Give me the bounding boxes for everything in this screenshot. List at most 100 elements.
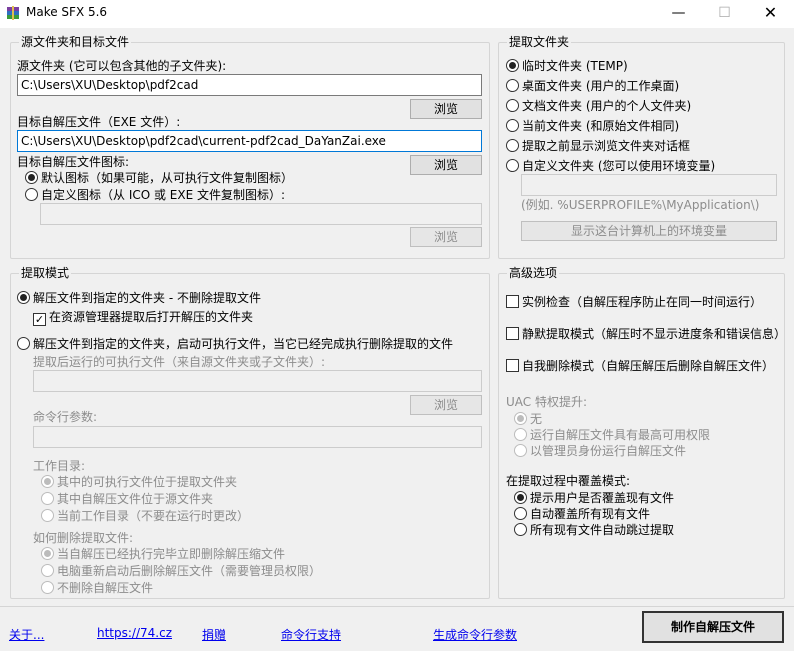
cmd-support-link[interactable]: 命令行支持	[281, 626, 341, 643]
radio-indicator	[506, 139, 519, 152]
extract-folder-label-3: 当前文件夹 (和原始文件相同)	[522, 119, 680, 133]
open-explorer-label: 在资源管理器提取后打开解压的文件夹	[49, 310, 254, 324]
extract-folder-radio-4[interactable]: 提取之前显示浏览文件夹对话框	[506, 139, 690, 154]
browse-target-button[interactable]: 浏览	[410, 155, 482, 175]
advanced-legend: 高级选项	[507, 266, 560, 280]
extract-folder-legend: 提取文件夹	[507, 35, 572, 49]
radio-indicator	[506, 79, 519, 92]
workdir-radio-0[interactable]: 其中的可执行文件位于提取文件夹	[41, 475, 237, 490]
radio-indicator	[17, 337, 30, 350]
uac-radio-2[interactable]: 以管理员身份运行自解压文件	[514, 444, 686, 459]
uac-label: UAC 特权提升:	[506, 395, 588, 409]
target-icon-label: 目标自解压文件图标:	[17, 155, 130, 169]
delete-radio-0[interactable]: 当自解压已经执行完毕立即删除解压缩文件	[41, 547, 285, 562]
extract-folder-radio-1[interactable]: 桌面文件夹 (用户的工作桌面)	[506, 79, 679, 94]
run-exe-label: 提取后运行的可执行文件（来自源文件夹或子文件夹）:	[33, 355, 326, 369]
browse-exe-button[interactable]: 浏览	[410, 395, 482, 415]
mode-no-delete-label: 解压文件到指定的文件夹 - 不删除提取文件	[33, 291, 261, 305]
workdir-radio-1[interactable]: 其中自解压文件位于源文件夹	[41, 492, 213, 507]
delete-radio-1[interactable]: 电脑重新启动后删除解压文件（需要管理员权限）	[41, 564, 321, 579]
source-folder-input[interactable]: C:\Users\XU\Desktop\pdf2cad	[17, 74, 482, 96]
cmd-args-input[interactable]	[33, 426, 482, 448]
check-indicator	[506, 359, 519, 372]
silent-mode-checkbox[interactable]: 静默提取模式（解压时不显示进度条和错误信息）	[506, 327, 786, 342]
workdir-label: 工作目录:	[33, 459, 86, 473]
single-instance-checkbox[interactable]: 实例检查（自解压程序防止在同一时间运行）	[506, 295, 762, 310]
uac-radio-1[interactable]: 运行自解压文件具有最高可用权限	[514, 428, 710, 443]
radio-indicator	[25, 171, 38, 184]
default-icon-label: 默认图标（如果可能，从可执行文件复制图标）	[41, 171, 294, 185]
maximize-button[interactable]: ☐	[702, 0, 747, 28]
winrar-icon	[7, 6, 19, 20]
gen-cmd-link[interactable]: 生成命令行参数	[433, 626, 517, 643]
custom-icon-radio[interactable]: 自定义图标（从 ICO 或 EXE 文件复制图标）:	[25, 188, 285, 203]
run-exe-input[interactable]	[33, 370, 482, 392]
overwrite-radio-1[interactable]: 自动覆盖所有现有文件	[514, 507, 650, 522]
delete-label-1: 电脑重新启动后删除解压文件（需要管理员权限）	[57, 564, 322, 578]
radio-indicator	[41, 509, 54, 522]
radio-indicator	[506, 119, 519, 132]
uac-label-2: 以管理员身份运行自解压文件	[530, 444, 687, 458]
make-sfx-button[interactable]: 制作自解压文件	[642, 611, 784, 643]
uac-radio-0[interactable]: 无	[514, 412, 542, 427]
custom-icon-input[interactable]	[40, 203, 482, 225]
extract-folder-label-5: 自定义文件夹 (您可以使用环境变量)	[522, 159, 716, 173]
target-file-input[interactable]: C:\Users\XU\Desktop\pdf2cad\current-pdf2…	[17, 130, 482, 152]
about-link[interactable]: 关于...	[9, 626, 44, 643]
footer-separator	[0, 606, 794, 607]
browse-source-button[interactable]: 浏览	[410, 99, 482, 119]
radio-indicator	[25, 188, 38, 201]
extract-folder-radio-3[interactable]: 当前文件夹 (和原始文件相同)	[506, 119, 679, 134]
radio-indicator	[506, 99, 519, 112]
radio-indicator	[41, 581, 54, 594]
radio-indicator	[506, 59, 519, 72]
custom-icon-label: 自定义图标（从 ICO 或 EXE 文件复制图标）:	[41, 188, 286, 202]
source-folder-label: 源文件夹 (它可以包含其他的子文件夹):	[17, 59, 227, 73]
source-legend: 源文件夹和目标文件	[19, 35, 132, 49]
workdir-label-2: 当前工作目录（不要在运行时更改）	[57, 509, 250, 523]
overwrite-label-2: 所有现有文件自动跳过提取	[530, 523, 675, 537]
uac-label-1: 运行自解压文件具有最高可用权限	[530, 428, 711, 442]
radio-indicator	[41, 547, 54, 560]
custom-folder-input[interactable]	[521, 174, 777, 196]
cmd-args-label: 命令行参数:	[33, 410, 98, 424]
overwrite-radio-0[interactable]: 提示用户是否覆盖现有文件	[514, 491, 674, 506]
radio-indicator	[17, 291, 30, 304]
browse-icon-button[interactable]: 浏览	[410, 227, 482, 247]
default-icon-radio[interactable]: 默认图标（如果可能，从可执行文件复制图标）	[25, 171, 293, 186]
radio-indicator	[41, 492, 54, 505]
extract-folder-label-1: 桌面文件夹 (用户的工作桌面)	[522, 79, 680, 93]
open-explorer-checkbox[interactable]: ✓ 在资源管理器提取后打开解压的文件夹	[33, 310, 253, 326]
mode-no-delete-radio[interactable]: 解压文件到指定的文件夹 - 不删除提取文件	[17, 291, 261, 306]
title-bar: Make SFX 5.6 — ☐ ✕	[0, 0, 794, 28]
check-indicator	[506, 327, 519, 340]
close-button[interactable]: ✕	[748, 0, 793, 28]
extract-folder-radio-5[interactable]: 自定义文件夹 (您可以使用环境变量)	[506, 159, 715, 174]
overwrite-label-0: 提示用户是否覆盖现有文件	[530, 491, 675, 505]
target-file-label: 目标自解压文件（EXE 文件）:	[17, 115, 181, 129]
extract-mode-legend: 提取模式	[19, 266, 72, 280]
delete-radio-2[interactable]: 不删除自解压文件	[41, 581, 153, 596]
radio-indicator	[506, 159, 519, 172]
extract-folder-radio-0[interactable]: 临时文件夹 (TEMP)	[506, 59, 628, 74]
workdir-label-0: 其中的可执行文件位于提取文件夹	[57, 475, 238, 489]
donate-link[interactable]: 捐赠	[202, 626, 226, 643]
mode-run-delete-label: 解压文件到指定的文件夹，启动可执行文件，当它已经完成执行删除提取的文件	[33, 337, 454, 351]
extract-folder-label-2: 文档文件夹 (用户的个人文件夹)	[522, 99, 692, 113]
delete-label-0: 当自解压已经执行完毕立即删除解压缩文件	[57, 547, 286, 561]
workdir-radio-2[interactable]: 当前工作目录（不要在运行时更改）	[41, 509, 249, 524]
check-indicator: ✓	[33, 313, 46, 326]
uac-label-0: 无	[530, 412, 543, 426]
radio-indicator	[514, 428, 527, 441]
check-indicator	[506, 295, 519, 308]
website-link[interactable]: https://74.cz	[97, 626, 172, 640]
minimize-button[interactable]: —	[656, 0, 701, 28]
mode-run-delete-radio[interactable]: 解压文件到指定的文件夹，启动可执行文件，当它已经完成执行删除提取的文件	[17, 337, 453, 352]
window-title: Make SFX 5.6	[26, 5, 108, 19]
custom-folder-example: (例如. %USERPROFILE%\MyApplication\)	[521, 198, 760, 212]
overwrite-label: 在提取过程中覆盖模式:	[506, 474, 631, 488]
show-env-vars-button[interactable]: 显示这台计算机上的环境变量	[521, 221, 777, 241]
extract-folder-radio-2[interactable]: 文档文件夹 (用户的个人文件夹)	[506, 99, 691, 114]
self-delete-checkbox[interactable]: 自我删除模式（自解压解压后删除自解压文件）	[506, 359, 774, 374]
overwrite-radio-2[interactable]: 所有现有文件自动跳过提取	[514, 523, 674, 538]
